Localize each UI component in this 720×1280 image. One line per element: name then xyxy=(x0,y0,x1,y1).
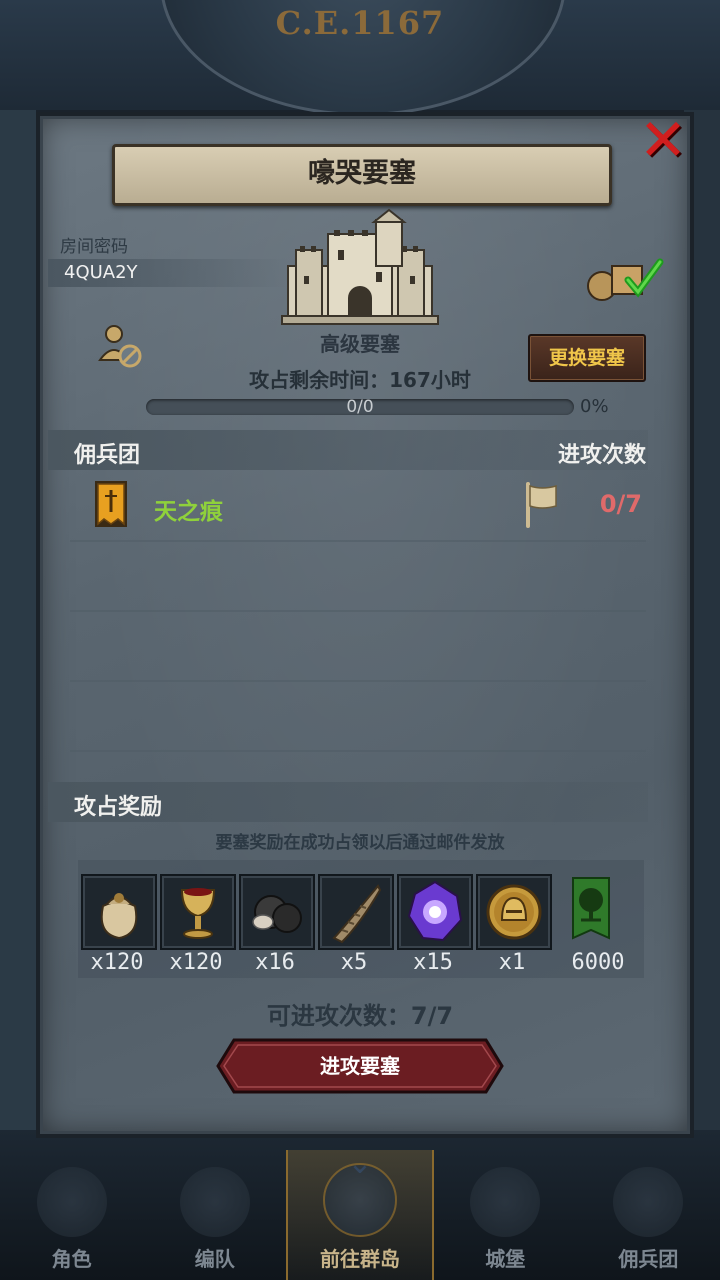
attack-fortress-button[interactable]: 进攻要塞 xyxy=(216,1038,504,1094)
reward-quantity: x120 xyxy=(169,950,223,975)
reward-slot[interactable] xyxy=(160,874,236,950)
horn-icon xyxy=(332,884,382,944)
reward-slot[interactable] xyxy=(476,874,552,950)
compass-icon xyxy=(323,1163,397,1237)
reward-slot[interactable] xyxy=(555,874,627,946)
nav-label: 佣兵团 xyxy=(618,1247,679,1271)
reward-quantity: x15 xyxy=(413,950,453,975)
no-member-icon[interactable] xyxy=(96,322,144,370)
attacks-available: 可进攻次数：7/7 xyxy=(266,1002,454,1030)
goblet-icon xyxy=(180,888,216,939)
nav-item-mercenary[interactable]: 佣兵团 xyxy=(577,1150,720,1280)
attack-fortress-label: 进攻要塞 xyxy=(320,1054,400,1078)
mercenary-header: 佣兵团 xyxy=(74,443,141,468)
nav-item-islands[interactable]: ⌄ 前往群岛 xyxy=(286,1146,434,1280)
progress-text: 0/0 xyxy=(346,397,374,417)
mercenary-name: 天之痕 xyxy=(154,499,223,525)
nav-item-formation[interactable]: 编队 xyxy=(143,1150,286,1280)
nav-label: 城堡 xyxy=(485,1247,526,1271)
ore-icon xyxy=(252,895,302,933)
mercenary-attack-count: 0/7 xyxy=(599,490,642,518)
reward-quantity: x120 xyxy=(90,950,144,975)
dialog-title: 嚎哭要塞 xyxy=(308,158,416,189)
reward-slot[interactable] xyxy=(81,874,157,950)
divider xyxy=(70,610,646,612)
close-icon: ✕ xyxy=(638,106,688,174)
supplies-check-icon[interactable] xyxy=(584,252,664,304)
mercenary-icon xyxy=(613,1167,684,1237)
character-icon xyxy=(36,1167,107,1237)
sack-icon xyxy=(100,893,138,940)
reward-slot[interactable] xyxy=(318,874,394,950)
attacks-header: 进攻次数 xyxy=(557,443,646,468)
attack-flag-icon xyxy=(526,482,557,528)
divider xyxy=(70,750,646,752)
formation-icon xyxy=(179,1167,250,1237)
rewards-header: 攻占奖励 xyxy=(74,795,163,820)
castle-icon xyxy=(470,1167,541,1237)
reward-note: 要塞奖励在成功占领以后通过邮件发放 xyxy=(215,833,505,853)
tree-banner-icon xyxy=(572,877,610,940)
reward-quantity: x1 xyxy=(498,950,526,975)
nav-item-character[interactable]: 角色 xyxy=(0,1150,143,1280)
purple-crystal-icon xyxy=(407,880,463,942)
remaining-time: 攻占剩余时间：167小时 xyxy=(249,368,471,392)
reward-slot[interactable] xyxy=(397,874,473,950)
background-left xyxy=(0,110,36,1130)
golden-helmet-coin-icon xyxy=(486,884,542,940)
room-code[interactable]: 4QUA2Y xyxy=(64,262,138,283)
divider xyxy=(70,540,646,542)
nav-label: 编队 xyxy=(194,1247,235,1271)
bottom-nav: 角色 编队 ⌄ 前往群岛 城堡 佣兵团 xyxy=(0,1146,720,1280)
guild-banner-icon xyxy=(95,481,127,527)
progress-percent: 0% xyxy=(580,396,609,417)
reward-quantity: x5 xyxy=(340,950,368,975)
era-label: C.E.1167 xyxy=(275,4,445,42)
room-code-label: 房间密码 xyxy=(60,237,128,257)
fortress-icon xyxy=(281,208,439,325)
divider xyxy=(70,680,646,682)
nav-label: 角色 xyxy=(51,1247,92,1271)
reward-slot[interactable] xyxy=(239,874,315,950)
nav-item-castle[interactable]: 城堡 xyxy=(434,1150,577,1280)
nav-label: 前往群岛 xyxy=(320,1247,400,1271)
list-item[interactable] xyxy=(48,468,648,540)
reward-quantity: x16 xyxy=(255,950,295,975)
reward-quantity: 6000 xyxy=(571,950,625,975)
close-button[interactable]: ✕ xyxy=(638,111,688,169)
